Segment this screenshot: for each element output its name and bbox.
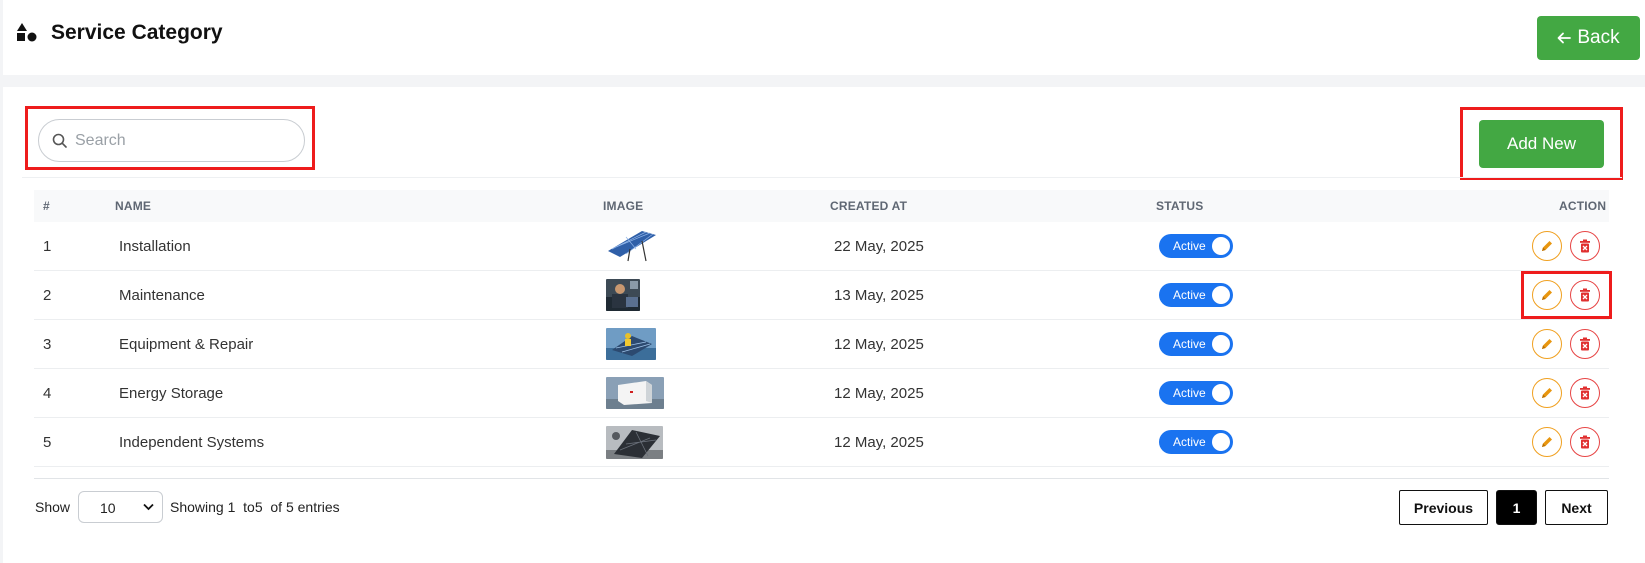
add-new-button[interactable]: Add New xyxy=(1479,120,1604,168)
toggle-knob xyxy=(1212,335,1230,353)
row-created-at: 12 May, 2025 xyxy=(834,434,924,451)
status-toggle[interactable]: Active xyxy=(1159,430,1233,454)
row-created-at: 12 May, 2025 xyxy=(834,336,924,353)
search-icon xyxy=(52,133,67,148)
table-footer-divider xyxy=(34,478,1609,479)
row-created-at: 12 May, 2025 xyxy=(834,385,924,402)
col-created-at: CREATED AT xyxy=(830,199,908,213)
table-row: 5 Independent Systems 12 May, 2025 Activ… xyxy=(34,418,1609,467)
delete-button[interactable] xyxy=(1570,378,1600,408)
trash-icon xyxy=(1580,288,1590,302)
table-header: # NAME IMAGE CREATED AT STATUS ACTION xyxy=(34,190,1609,222)
trash-icon xyxy=(1580,337,1590,351)
status-toggle[interactable]: Active xyxy=(1159,332,1233,356)
row-name: Installation xyxy=(119,238,191,255)
table-row: 3 Equipment & Repair 12 May, 2025 Active xyxy=(34,320,1609,369)
arrow-left-icon xyxy=(1557,32,1572,44)
status-toggle[interactable]: Active xyxy=(1159,283,1233,307)
page-size-value: 10 xyxy=(100,500,116,516)
toggle-knob xyxy=(1212,384,1230,402)
page-title: Service Category xyxy=(51,21,223,44)
row-created-at: 13 May, 2025 xyxy=(834,287,924,304)
col-image: IMAGE xyxy=(603,199,644,213)
row-name: Maintenance xyxy=(119,287,205,304)
solar-panel-image xyxy=(606,229,658,263)
delete-button[interactable] xyxy=(1570,329,1600,359)
trash-icon xyxy=(1580,435,1590,449)
pencil-icon xyxy=(1542,437,1552,447)
energy-storage-image xyxy=(606,377,664,409)
col-action: ACTION xyxy=(1559,199,1607,213)
row-name: Independent Systems xyxy=(119,434,265,451)
edit-button[interactable] xyxy=(1532,329,1562,359)
row-index: 5 xyxy=(43,434,52,451)
toolbar-divider xyxy=(22,177,1622,178)
status-toggle-label: Active xyxy=(1173,337,1206,351)
table-row: 2 Maintenance 13 May, 2025 Active xyxy=(34,271,1609,320)
row-created-at: 22 May, 2025 xyxy=(834,238,924,255)
pencil-icon xyxy=(1542,388,1552,398)
chevron-down-icon xyxy=(143,503,154,511)
delete-button[interactable] xyxy=(1570,231,1600,261)
back-button[interactable]: Back xyxy=(1537,16,1640,60)
search-box[interactable] xyxy=(38,119,305,162)
row-name: Equipment & Repair xyxy=(119,336,254,353)
page-header xyxy=(3,0,1645,75)
independent-systems-image xyxy=(606,426,663,459)
search-input[interactable] xyxy=(75,131,275,150)
pencil-icon xyxy=(1542,339,1552,349)
back-button-label: Back xyxy=(1577,27,1620,48)
toggle-knob xyxy=(1212,237,1230,255)
status-toggle[interactable]: Active xyxy=(1159,381,1233,405)
table-row: 1 Installation 22 May, 2025 Active xyxy=(34,222,1609,271)
edit-button[interactable] xyxy=(1532,378,1562,408)
trash-icon xyxy=(1580,386,1590,400)
table-row: 4 Energy Storage 12 May, 2025 Active xyxy=(34,369,1609,418)
show-label: Show xyxy=(35,499,71,515)
maintenance-image xyxy=(606,279,640,311)
col-index: # xyxy=(43,199,50,213)
status-toggle[interactable]: Active xyxy=(1159,234,1233,258)
row-index: 1 xyxy=(43,238,52,255)
row-index: 2 xyxy=(43,287,52,304)
toggle-knob xyxy=(1212,433,1230,451)
equipment-repair-image xyxy=(606,328,656,360)
toggle-knob xyxy=(1212,286,1230,304)
edit-button[interactable] xyxy=(1532,231,1562,261)
next-page-button[interactable]: Next xyxy=(1545,490,1608,525)
col-status: STATUS xyxy=(1156,199,1204,213)
delete-button[interactable] xyxy=(1570,427,1600,457)
page-size-select[interactable]: 10 xyxy=(78,491,163,523)
entries-info: Showing 1 to5 of 5 entries xyxy=(170,499,340,515)
page-1-button[interactable]: 1 xyxy=(1496,490,1537,525)
pencil-icon xyxy=(1542,241,1552,251)
edit-button[interactable] xyxy=(1532,427,1562,457)
trash-icon xyxy=(1580,239,1590,253)
pencil-icon xyxy=(1542,290,1552,300)
row-index: 3 xyxy=(43,336,52,353)
previous-page-button[interactable]: Previous xyxy=(1399,490,1488,525)
status-toggle-label: Active xyxy=(1173,386,1206,400)
col-name: NAME xyxy=(115,199,152,213)
status-toggle-label: Active xyxy=(1173,239,1206,253)
status-toggle-label: Active xyxy=(1173,435,1206,449)
row-name: Energy Storage xyxy=(119,385,224,402)
shapes-icon xyxy=(17,23,37,42)
row-index: 4 xyxy=(43,385,52,402)
status-toggle-label: Active xyxy=(1173,288,1206,302)
delete-button[interactable] xyxy=(1570,280,1600,310)
edit-button[interactable] xyxy=(1532,280,1562,310)
